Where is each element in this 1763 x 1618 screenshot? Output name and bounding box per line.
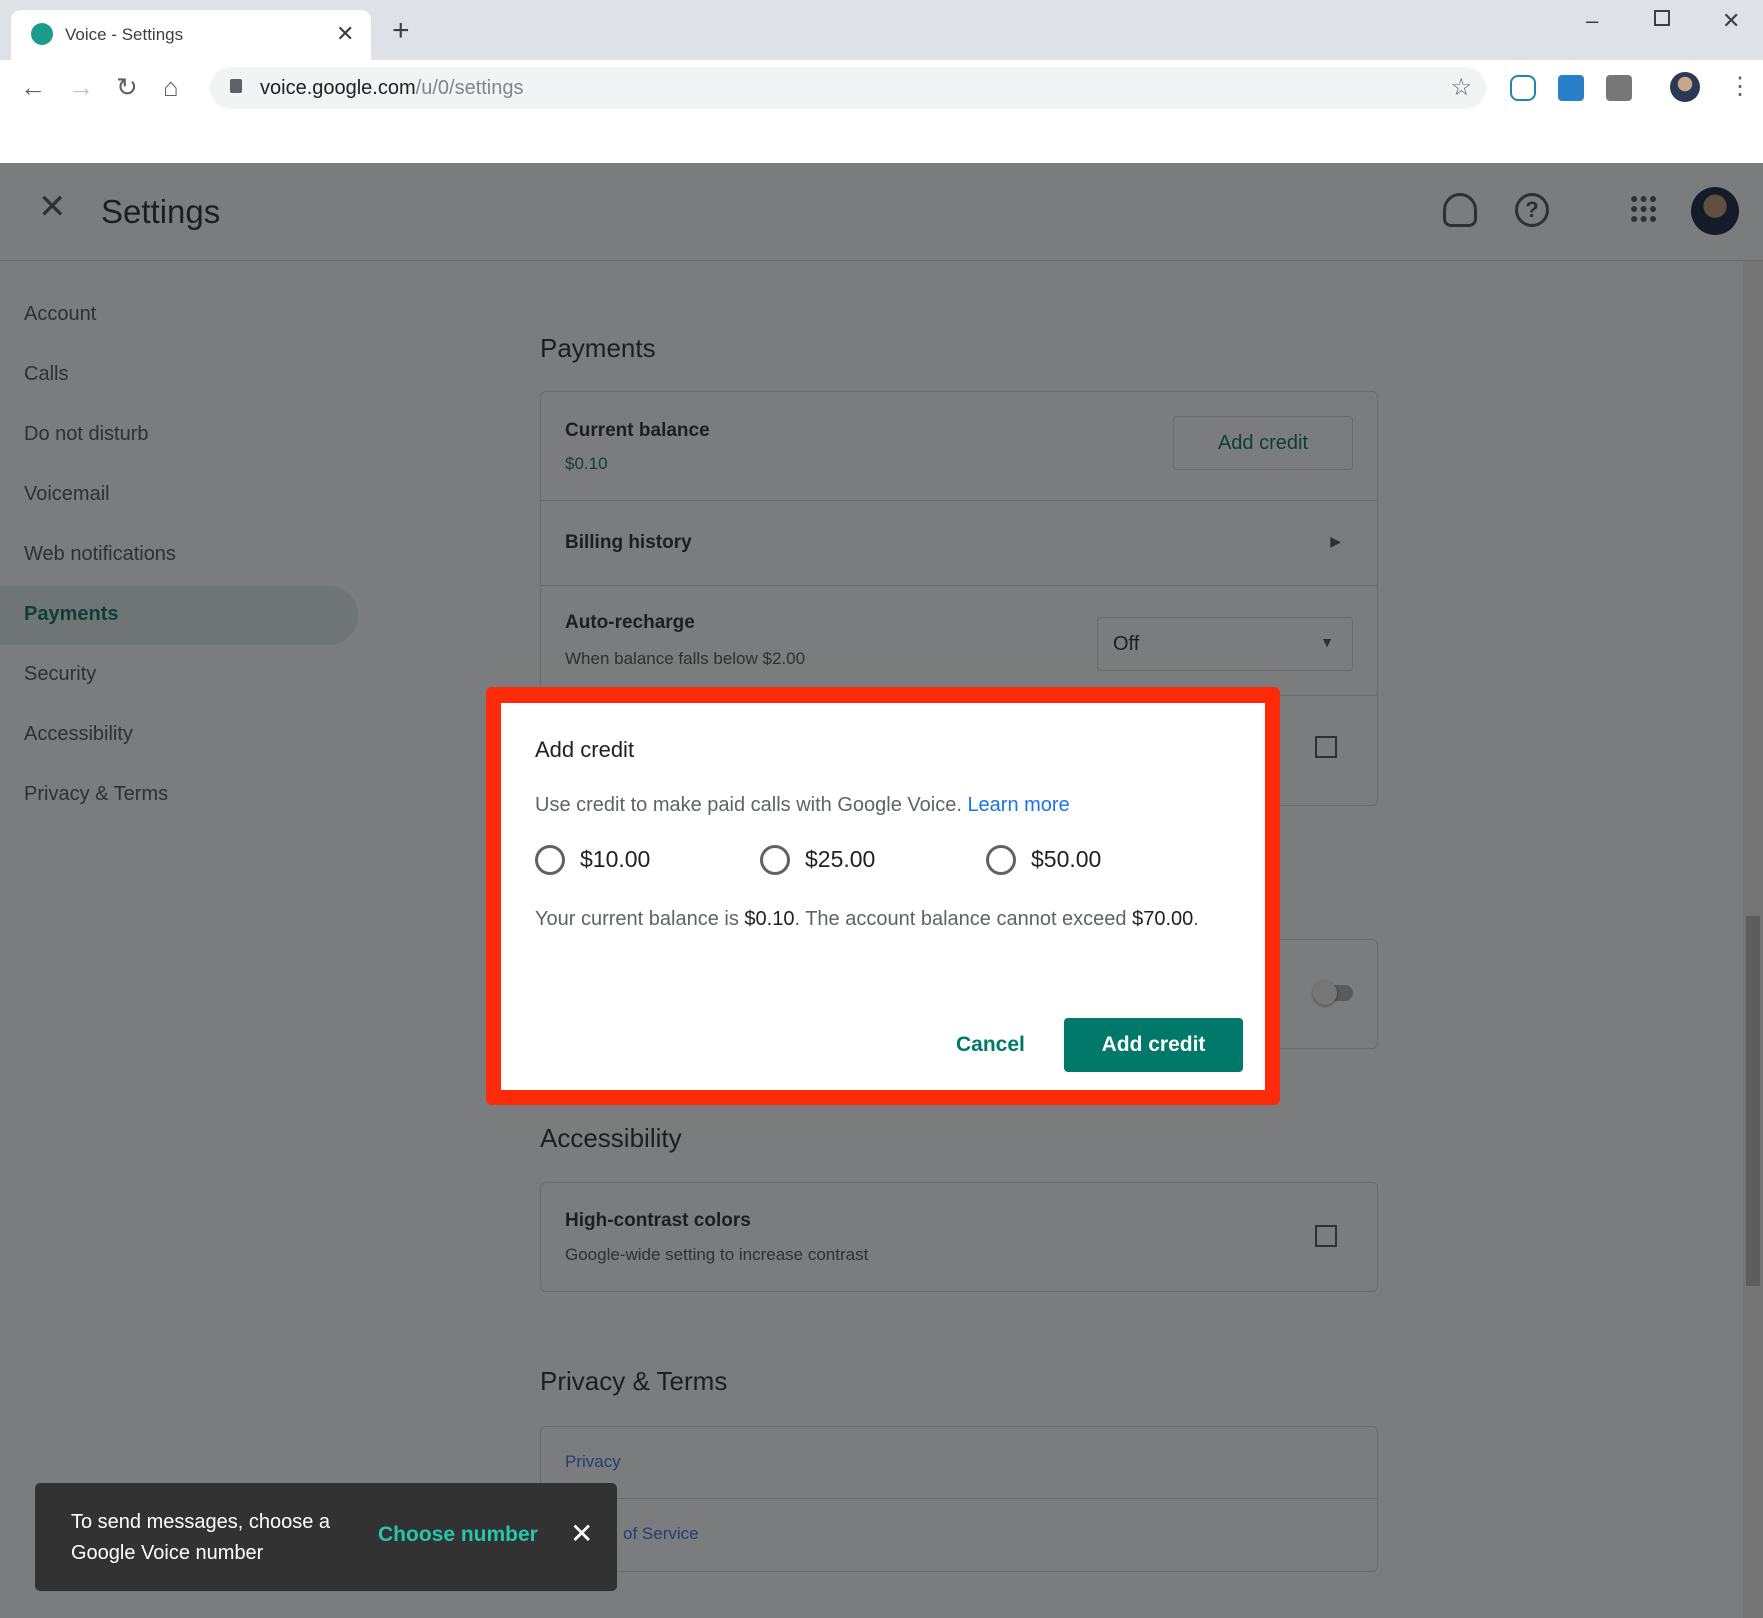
url-text: voice.google.com/u/0/settings [260,77,524,99]
auto-recharge-select[interactable]: Off ▼ [1097,617,1353,671]
cancel-button[interactable]: Cancel [956,1033,1025,1057]
high-contrast-label: High-contrast colors [565,1210,751,1231]
payments-heading: Payments [540,333,656,363]
auto-recharge-label: Auto-recharge [565,612,695,633]
bookmark-star-icon[interactable]: ☆ [1450,73,1472,102]
sidebar-item-payments[interactable]: Payments [24,603,119,626]
scrollbar-thumb[interactable] [1746,916,1760,1286]
current-balance-label: Current balance [565,420,710,441]
accessibility-card: High-contrast colors Google-wide setting… [540,1182,1378,1292]
accessibility-heading: Accessibility [540,1123,682,1153]
snackbar-message: To send messages, choose a Google Voice … [71,1511,331,1564]
home-icon[interactable]: ⌂ [163,72,179,103]
close-settings-icon[interactable]: ✕ [38,187,67,227]
option-25-label[interactable]: $25.00 [805,846,875,873]
learn-more-link[interactable]: Learn more [967,794,1069,816]
browser-menu-icon[interactable]: ⋮ [1728,72,1752,101]
add-credit-dialog: Add credit Use credit to make paid calls… [501,703,1265,1090]
sidebar-item-accessibility[interactable]: Accessibility [24,723,133,746]
page-top-spacer [0,118,1763,163]
app-bar: ✕ Settings ? ●●● ●●● ●●● [0,163,1763,261]
current-balance-row: Current balance $0.10 Add credit [541,392,1377,501]
billing-history-label: Billing history [565,532,692,553]
scrollbar[interactable] [1743,261,1763,1618]
sidebar-item-do-not-disturb[interactable]: Do not disturb [24,423,149,446]
open-external-icon [1315,736,1337,758]
auto-recharge-sublabel: When balance falls below $2.00 [565,649,806,668]
sidebar-item-calls[interactable]: Calls [24,363,68,386]
minimize-icon[interactable]: – [1586,8,1598,34]
tab-strip: Voice - Settings ✕ + – ✕ [0,0,1763,60]
dropdown-arrow-icon: ▼ [1320,634,1334,650]
dialog-description: Use credit to make paid calls with Googl… [535,794,1070,816]
new-tab-button[interactable]: + [392,14,410,48]
page-title: Settings [101,193,221,230]
high-contrast-row[interactable]: High-contrast colors Google-wide setting… [541,1183,1377,1291]
choose-number-button[interactable]: Choose number [378,1523,538,1547]
reload-icon[interactable]: ↻ [116,72,138,103]
option-10-label[interactable]: $10.00 [580,846,650,873]
browser-toolbar: ← → ↻ ⌂ voice.google.com/u/0/settings ☆ … [0,60,1763,118]
add-credit-outline-button[interactable]: Add credit [1173,416,1353,470]
auto-recharge-row: Auto-recharge When balance falls below $… [541,586,1377,696]
profile-avatar[interactable] [1670,72,1700,102]
forward-icon[interactable]: → [68,72,94,103]
tab-title: Voice - Settings [65,25,184,44]
dialog-title: Add credit [535,737,635,762]
sidebar-item-voicemail[interactable]: Voicemail [24,483,110,506]
extension-shield-icon[interactable] [1510,75,1536,101]
sidebar-item-security[interactable]: Security [24,663,96,686]
lock-icon [230,79,242,93]
balance-info: Your current balance is $0.10. The accou… [535,908,1199,930]
privacy-terms-heading: Privacy & Terms [540,1366,728,1396]
extension-s-icon[interactable] [1558,75,1584,101]
privacy-link[interactable]: Privacy [565,1452,621,1472]
sidebar-item-privacy-terms[interactable]: Privacy & Terms [24,783,168,806]
setting-toggle[interactable] [1313,981,1353,1005]
radio-10[interactable] [535,845,565,875]
tab-voice-settings[interactable]: Voice - Settings ✕ [11,10,371,60]
terms-link[interactable]: of Service [623,1524,699,1544]
back-icon[interactable]: ← [20,72,46,103]
close-tab-icon[interactable]: ✕ [336,21,354,47]
open-external-icon [1315,1225,1337,1247]
radio-25[interactable] [760,845,790,875]
sidebar-item-web-notifications[interactable]: Web notifications [24,543,176,566]
headset-support-icon[interactable] [1443,193,1477,227]
dismiss-snackbar-icon[interactable]: ✕ [570,1517,593,1550]
option-50-label[interactable]: $50.00 [1031,846,1101,873]
add-credit-button[interactable]: Add credit [1064,1018,1243,1072]
auto-recharge-value: Off [1113,633,1140,655]
chevron-right-icon: ▶ [1330,533,1341,549]
help-icon[interactable]: ? [1515,193,1549,227]
voice-favicon-icon [31,23,53,45]
privacy-card: Privacy of Service [540,1426,1378,1572]
privacy-row[interactable]: Privacy [541,1427,1377,1499]
radio-50[interactable] [986,845,1016,875]
sidebar-item-account[interactable]: Account [24,303,96,326]
current-balance-value: $0.10 [565,454,608,473]
close-window-icon[interactable]: ✕ [1722,8,1740,34]
billing-history-row[interactable]: Billing history ▶ [541,501,1377,586]
high-contrast-sublabel: Google-wide setting to increase contrast [565,1245,869,1264]
address-bar[interactable]: voice.google.com/u/0/settings ☆ [210,67,1486,109]
account-avatar[interactable] [1691,187,1739,235]
terms-row[interactable]: of Service [541,1499,1377,1571]
extension-tool-icon[interactable] [1606,75,1632,101]
snackbar: To send messages, choose a Google Voice … [35,1483,617,1591]
apps-grid-icon[interactable]: ●●● ●●● ●●● [1630,191,1658,225]
maximize-icon[interactable] [1654,10,1670,26]
